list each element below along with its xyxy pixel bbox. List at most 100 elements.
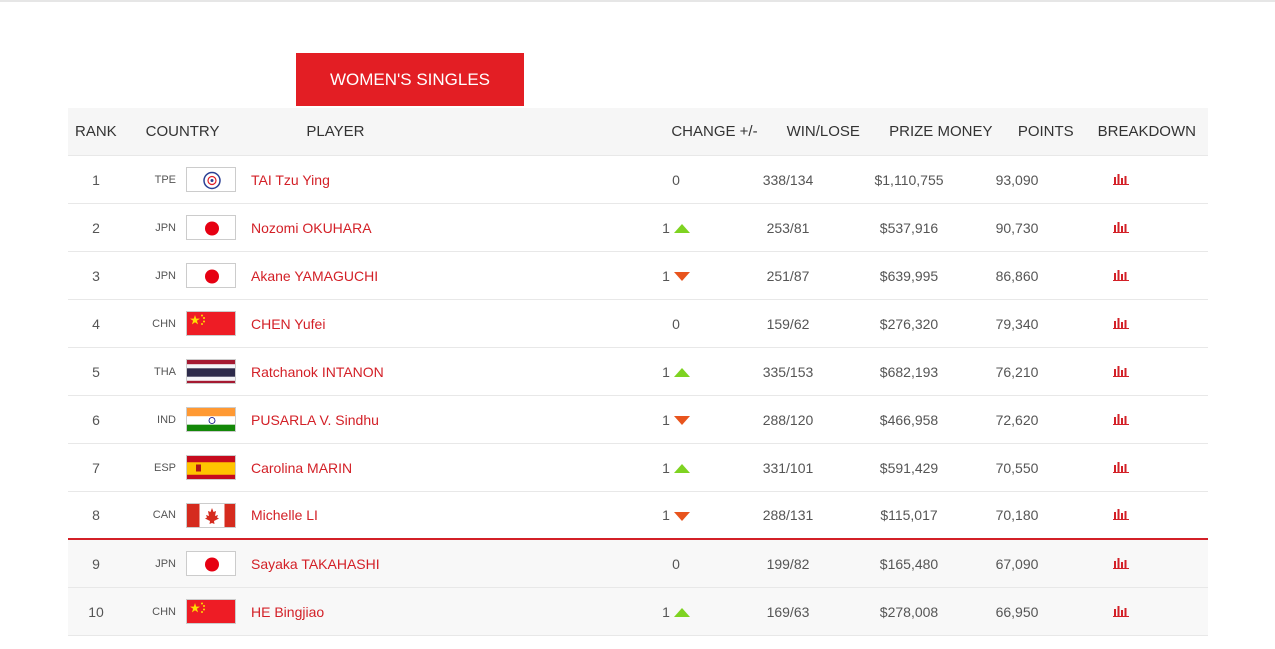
header-rank: RANK [75,123,117,140]
breakdown-cell [1058,316,1184,332]
prize-money-cell: $682,193 [879,363,939,380]
table-row: 6 IND PUSARLA V. Sindhu 1 288/120 $466,958 72,… [68,396,1208,444]
prize-money-cell: $278,008 [879,603,939,620]
points-cell: 90,730 [995,219,1039,236]
country-code: TPE [154,173,176,186]
change-cell: 1 [618,364,734,380]
breakdown-cell [1058,412,1184,428]
win-lose-cell: 288/131 [762,507,814,523]
rankings-table: RANK COUNTRY PLAYER CHANGE +/- WIN/LOSE … [68,108,1208,636]
change-cell: 1 [618,220,734,236]
table-body: 1 TPE TAI Tzu Ying 0 338/134 $1,110,755 93,090… [68,156,1208,636]
country-code: IND [157,413,176,426]
change-cell: 1 [618,507,734,523]
table-row: 4 CHN CHEN Yufei 0 159/62 $276,320 79,340 [68,300,1208,348]
change-value: 1 [662,603,670,620]
table-row: 1 TPE TAI Tzu Ying 0 338/134 $1,110,755 93,090 [68,156,1208,204]
change-cell: 1 [618,460,734,476]
rank-up-icon [673,368,690,378]
prize-money-cell: $165,480 [879,555,939,572]
rank-cell: 8 [92,507,100,523]
table-header: RANK COUNTRY PLAYER CHANGE +/- WIN/LOSE … [68,108,1208,156]
jpn-flag-icon [186,215,236,240]
points-cell: 76,210 [995,363,1039,380]
table-row: 8 CAN Michelle LI 1 288/131 $115,017 70,180 [68,492,1208,540]
change-cell: 0 [618,556,734,572]
bar-chart-icon[interactable] [1113,172,1129,188]
bar-chart-icon[interactable] [1113,460,1129,476]
points-cell: 66,950 [995,603,1039,620]
change-value: 0 [672,555,680,572]
change-value: 1 [662,267,670,284]
header-country: COUNTRY [145,123,220,140]
header-breakdown: BREAKDOWN [1097,123,1196,140]
breakdown-cell [1058,507,1184,523]
bar-chart-icon[interactable] [1113,220,1129,236]
jpn-flag-icon [186,263,236,288]
change-value: 1 [662,363,670,380]
rank-cell: 2 [92,219,100,236]
breakdown-cell [1058,268,1184,284]
win-lose-cell: 338/134 [762,171,814,188]
player-link[interactable]: Ratchanok INTANON [238,364,618,380]
rank-cell: 4 [92,315,100,332]
player-link[interactable]: TAI Tzu Ying [238,172,618,188]
win-lose-cell: 251/87 [766,267,810,284]
table-row: 7 ESP Carolina MARIN 1 331/101 $591,429 70,550 [68,444,1208,492]
change-value: 1 [662,459,670,476]
win-lose-cell: 335/153 [762,363,814,380]
rank-down-icon [673,511,690,521]
win-lose-cell: 169/63 [766,603,810,620]
header-change: CHANGE +/- [671,123,758,140]
table-row: 5 THA Ratchanok INTANON 1 335/153 $682,193 76,… [68,348,1208,396]
player-link[interactable]: CHEN Yufei [238,316,618,332]
change-cell: 1 [618,268,734,284]
bar-chart-icon[interactable] [1113,556,1129,572]
win-lose-cell: 199/82 [766,555,810,572]
player-link[interactable]: Nozomi OKUHARA [238,220,618,236]
prize-money-cell: $115,017 [880,507,938,523]
win-lose-cell: 331/101 [762,459,814,476]
bar-chart-icon[interactable] [1113,604,1129,620]
header-win-lose: WIN/LOSE [786,123,860,140]
change-cell: 0 [618,172,734,188]
breakdown-cell [1058,220,1184,236]
top-divider [0,0,1275,2]
bar-chart-icon[interactable] [1113,268,1129,284]
points-cell: 72,620 [995,411,1039,428]
rank-cell: 9 [92,555,100,572]
rank-up-icon [673,464,690,474]
player-link[interactable]: HE Bingjiao [238,604,618,620]
bar-chart-icon[interactable] [1113,507,1129,523]
change-value: 1 [662,219,670,236]
table-row: 9 JPN Sayaka TAKAHASHI 0 199/82 $165,480 67,09… [68,540,1208,588]
change-value: 0 [672,315,680,332]
breakdown-cell [1058,364,1184,380]
can-flag-icon [186,502,236,528]
jpn-flag-icon [186,551,236,576]
rank-cell: 10 [88,603,104,620]
tab-womens-singles[interactable]: WOMEN'S SINGLES [296,53,524,106]
table-row: 2 JPN Nozomi OKUHARA 1 253/81 $537,916 90,730 [68,204,1208,252]
player-link[interactable]: Carolina MARIN [238,460,618,476]
player-link[interactable]: PUSARLA V. Sindhu [238,412,618,428]
bar-chart-icon[interactable] [1113,412,1129,428]
bar-chart-icon[interactable] [1113,364,1129,380]
win-lose-cell: 288/120 [762,411,814,428]
rank-cell: 1 [92,171,100,188]
rank-down-icon [673,272,690,282]
table-row: 10 CHN HE Bingjiao 1 169/63 $278,008 66,950 [68,588,1208,636]
prize-money-cell: $276,320 [879,315,939,332]
player-link[interactable]: Sayaka TAKAHASHI [238,556,618,572]
tha-flag-icon [186,359,236,384]
win-lose-cell: 159/62 [766,315,810,332]
rank-up-icon [673,608,690,618]
bar-chart-icon[interactable] [1113,316,1129,332]
player-link[interactable]: Akane YAMAGUCHI [238,268,618,284]
player-link[interactable]: Michelle LI [238,507,618,523]
header-prize-money: PRIZE MONEY [889,123,993,140]
rank-cell: 3 [92,267,100,284]
rank-cell: 7 [92,459,100,476]
points-cell: 79,340 [995,315,1039,332]
prize-money-cell: $1,110,755 [874,171,944,188]
